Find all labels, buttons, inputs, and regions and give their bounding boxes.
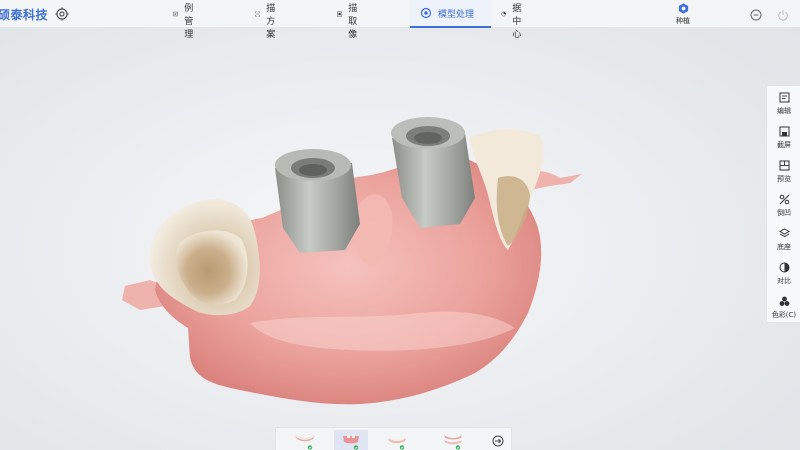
layers-icon [778,228,790,238]
thumbnail-upper-jaw[interactable] [288,430,322,450]
model-gear-icon [420,7,432,19]
tab-data-center[interactable]: 数据中心 [491,0,538,40]
tool-label: 色彩(C) [771,311,797,319]
folder-icon [173,11,178,17]
next-step-button[interactable] [492,434,504,447]
color-dots-icon [779,296,789,306]
right-toolbar: 编辑 截屏 预览 倒凹 底座 对比 色彩(C) [766,85,800,323]
gear-icon [55,7,69,21]
scan-frame-icon [255,11,261,17]
implant-label: 种植 [676,17,690,25]
implant-icon [678,3,688,14]
thumbnail-lower-jaw[interactable] [380,430,414,450]
thumbnail-gum-model[interactable] [334,430,368,450]
tab-scan-capture[interactable]: 扫描取像 [327,0,374,40]
minimize-button[interactable] [750,8,762,21]
tool-label: 倒凹 [777,209,791,217]
contrast-button[interactable]: 对比 [767,258,800,290]
model-viewport[interactable] [0,28,766,427]
power-button[interactable] [777,8,789,21]
preview-button[interactable]: 预览 [767,156,800,188]
edit-button[interactable]: 编辑 [767,88,800,120]
gum-model-icon [343,434,359,450]
edit-icon [779,92,789,103]
top-bar: 硕泰科技 案例管理 扫描方案 [0,0,800,40]
undercut-icon [779,194,789,205]
undercut-button[interactable]: 倒凹 [767,190,800,222]
tab-model-processing[interactable]: 模型处理 [410,0,491,28]
thumbnail-bite[interactable] [436,430,470,450]
tab-case-management[interactable]: 案例管理 [163,0,210,40]
settings-button[interactable] [55,7,69,21]
tool-label: 对比 [777,277,791,285]
contrast-icon [779,262,789,273]
lower-jaw-icon [388,437,406,450]
brand-logo: 硕泰科技 [0,8,49,22]
power-icon [778,10,788,21]
pie-chart-icon [501,11,506,17]
preview-icon [779,160,789,171]
base-button[interactable]: 底座 [767,224,800,256]
arrow-right-circle-icon [492,435,504,447]
implant-button[interactable]: 种植 [670,3,696,27]
tool-label: 预览 [777,175,791,183]
tab-scan-plan[interactable]: 扫描方案 [245,0,292,40]
minimize-icon [750,9,762,21]
tool-label: 编辑 [777,107,791,115]
upper-jaw-icon [295,434,315,450]
tool-label: 底座 [777,243,791,251]
model-thumbnail-strip [275,427,512,450]
tab-label: 模型处理 [438,9,475,20]
save-icon [779,126,789,137]
screenshot-button[interactable]: 截屏 [767,122,800,154]
color-button[interactable]: 色彩(C) [767,292,800,324]
camera-frame-icon [337,11,343,17]
bite-icon [444,435,462,450]
tool-label: 截屏 [777,141,791,149]
dental-model-render[interactable] [0,28,766,427]
